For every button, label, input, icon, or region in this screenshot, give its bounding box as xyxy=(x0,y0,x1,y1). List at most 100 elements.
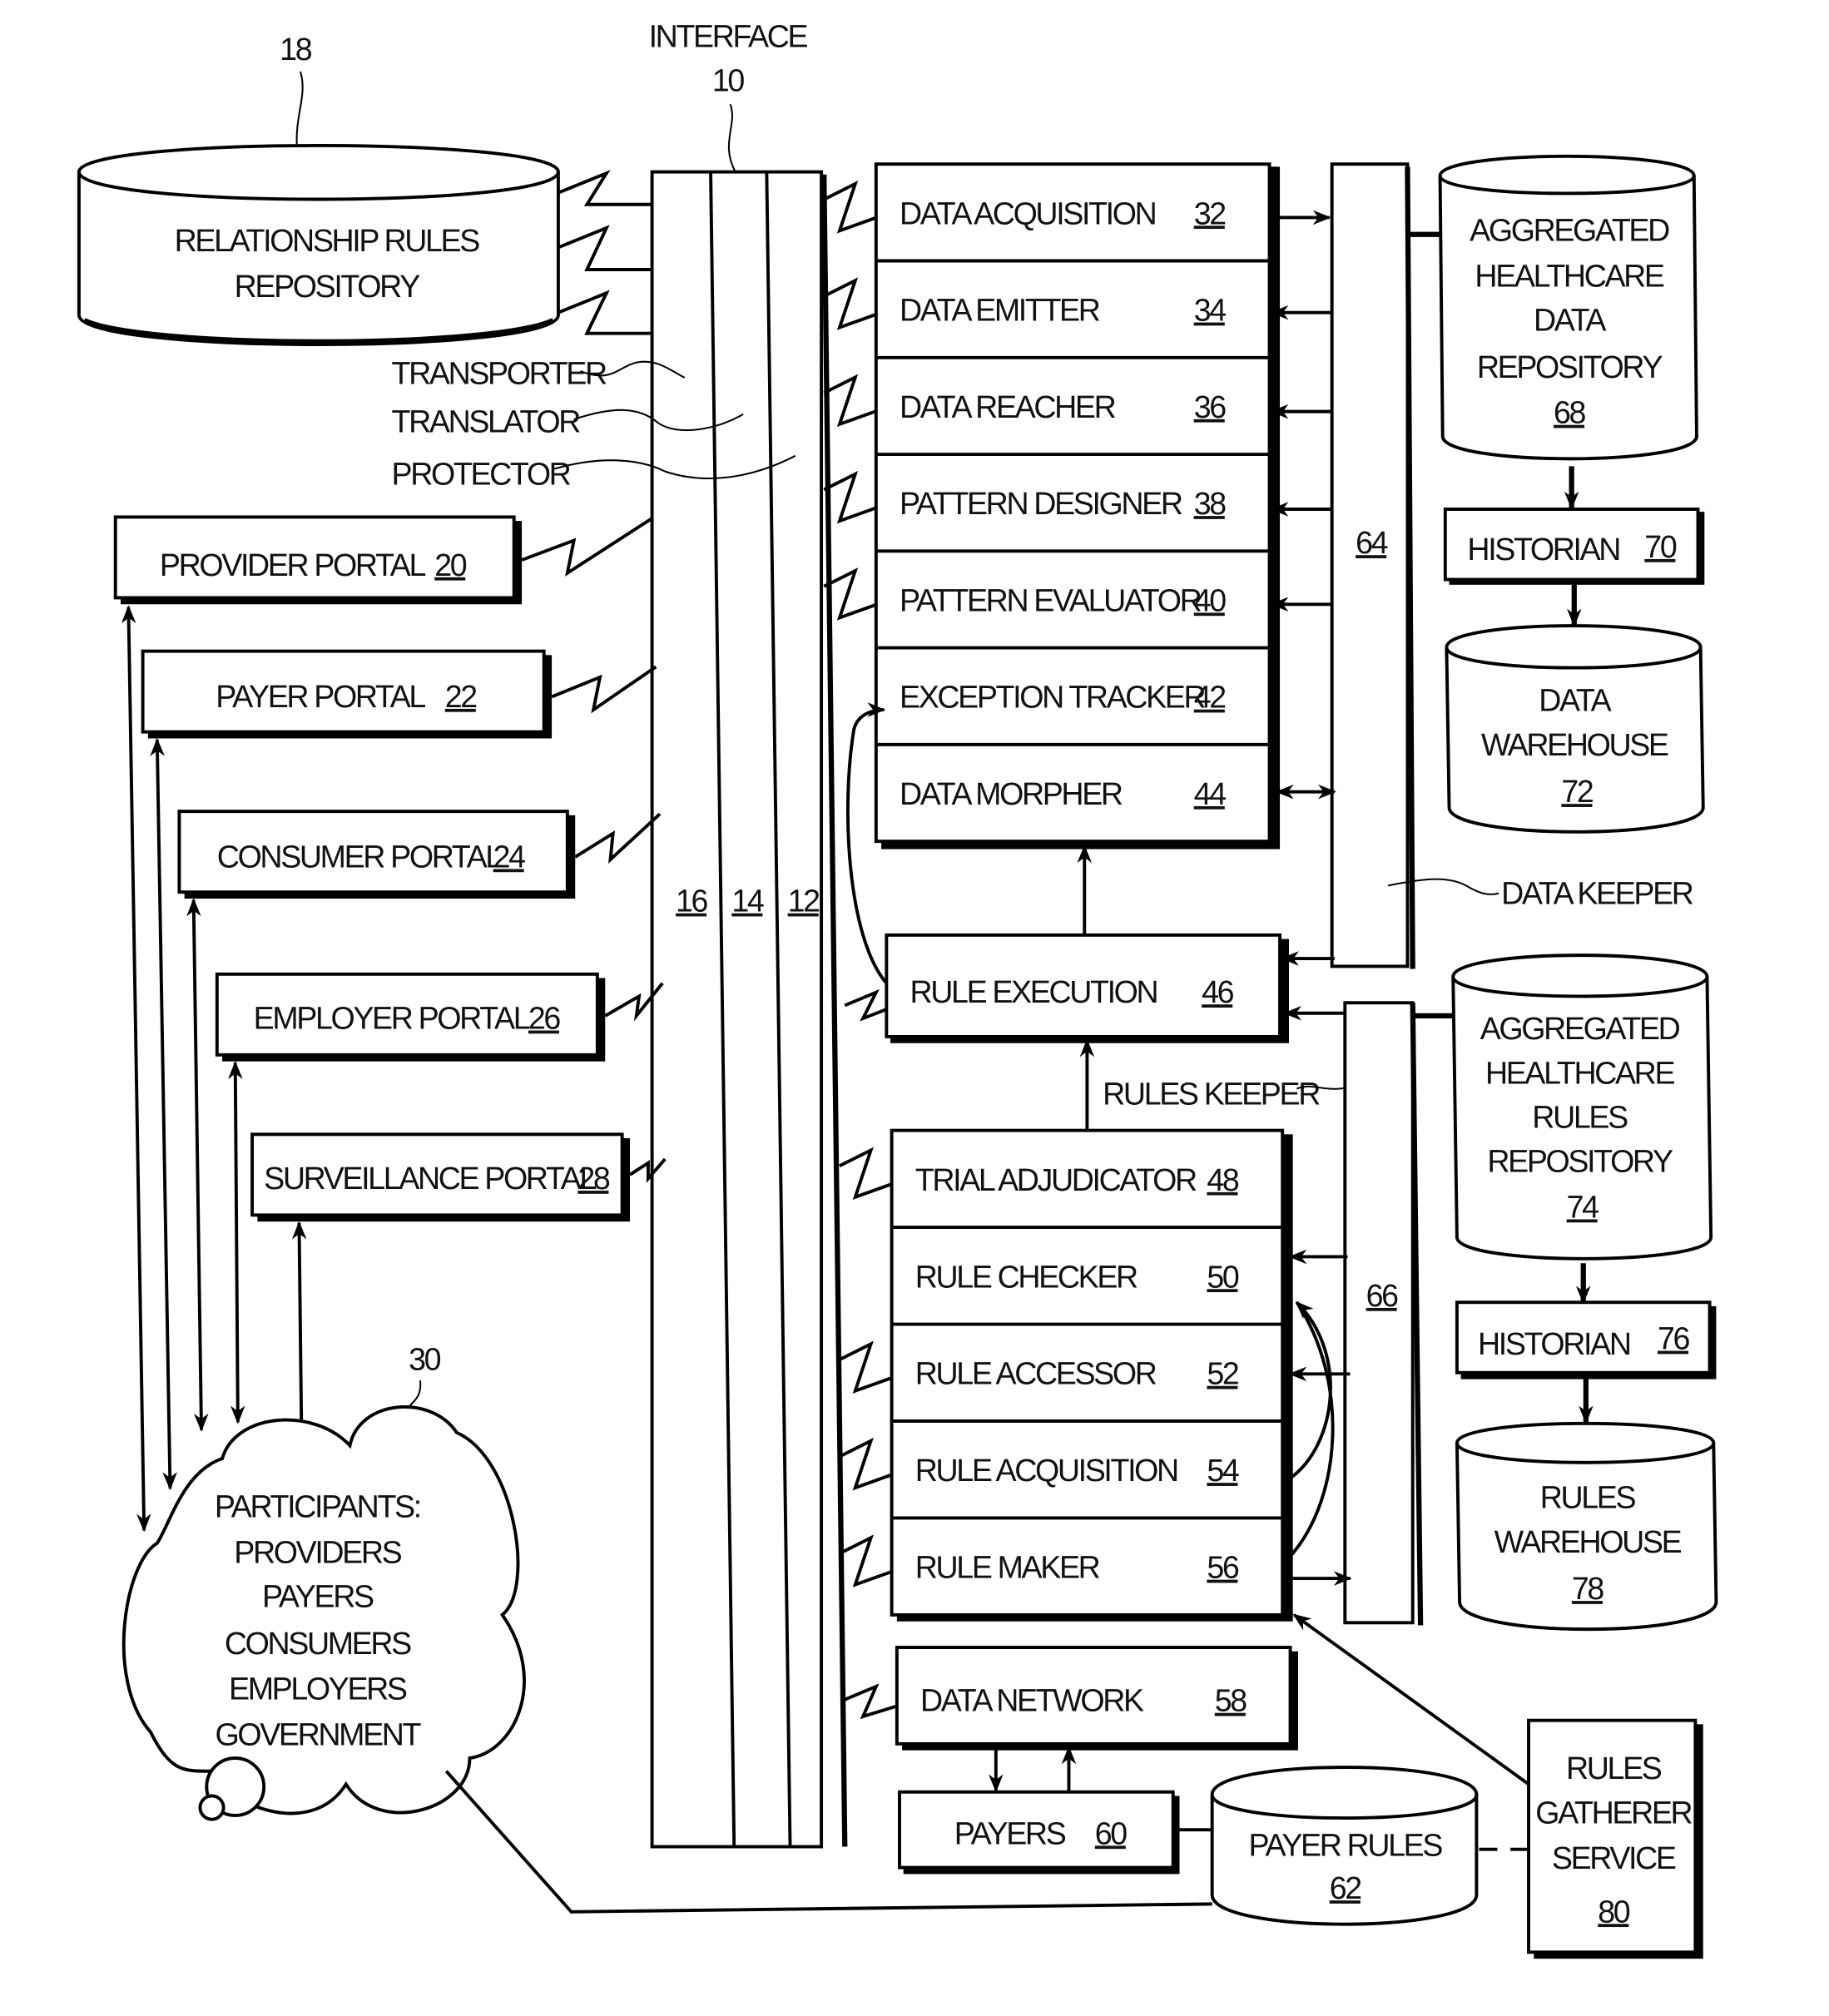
portal-label: PAYER PORTAL xyxy=(216,679,425,714)
bus-ref: 66 xyxy=(1366,1278,1399,1313)
portal-ref: 22 xyxy=(445,679,477,714)
module-label: DATA MORPHER xyxy=(900,776,1123,811)
portal-ref: 26 xyxy=(528,1001,561,1036)
aggregated-healthcare-rules-repository[interactable]: AGGREGATED HEALTHCARE RULES REPOSITORY 7… xyxy=(1451,954,1713,1261)
cloud-tail-dot xyxy=(198,1794,226,1821)
interface-edge xyxy=(821,174,848,1847)
participants-line: PAYERS xyxy=(262,1579,374,1614)
payers[interactable]: PAYERS 60 xyxy=(898,1790,1180,1875)
participants-line: GOVERNMENT xyxy=(216,1716,422,1751)
double-arrow xyxy=(228,1061,245,1424)
repo-line: RULES xyxy=(1532,1100,1628,1135)
link-zigzag xyxy=(844,988,888,1022)
double-arrow xyxy=(186,898,209,1432)
interface-bus: INTERFACE 10 16 14 12 xyxy=(649,18,848,1849)
db-ref: 62 xyxy=(1330,1870,1361,1905)
link-zigzag xyxy=(823,181,877,234)
participants-line: PARTICIPANTS: xyxy=(215,1489,420,1524)
module-ref: 76 xyxy=(1658,1321,1690,1356)
repo-line-1: RELATIONSHIP RULES xyxy=(175,223,480,258)
module-label: RULE MAKER xyxy=(915,1550,1100,1585)
translator-label: TRANSLATOR xyxy=(392,404,581,439)
link-zigzag xyxy=(839,1534,893,1588)
rules-gatherer-service[interactable]: RULES GATHERER SERVICE 80 xyxy=(1527,1718,1703,1959)
service-line: GATHERER xyxy=(1535,1795,1692,1830)
link-zigzag xyxy=(574,812,662,864)
relationship-rules-repository: 18 RELATIONSHIP RULES REPOSITORY xyxy=(77,32,560,346)
repo-line: REPOSITORY xyxy=(1487,1144,1673,1179)
leader-line xyxy=(727,103,736,173)
repo-line: REPOSITORY xyxy=(1477,349,1663,384)
payer-portal[interactable]: PAYER PORTAL 22 xyxy=(141,649,553,739)
module-ref: 34 xyxy=(1194,293,1227,328)
module-label: DATA NETWORK xyxy=(920,1683,1144,1718)
cloud-ref: 30 xyxy=(409,1342,441,1377)
warehouse-ref: 72 xyxy=(1561,774,1593,809)
data-warehouse[interactable]: DATA WAREHOUSE 72 xyxy=(1445,624,1705,834)
module-ref: 52 xyxy=(1207,1356,1238,1391)
transporter-label: TRANSPORTER xyxy=(392,356,607,391)
module-label: TRIAL ADJUDICATOR xyxy=(915,1162,1197,1197)
portal-ref: 28 xyxy=(577,1161,610,1196)
repo-line-2: REPOSITORY xyxy=(235,269,421,304)
rule-maker-to-checker-arrow xyxy=(1289,1301,1335,1558)
portal-ref: 24 xyxy=(493,839,526,874)
system-architecture-diagram: 18 RELATIONSHIP RULES REPOSITORY INTERFA… xyxy=(77,18,1718,1959)
module-ref: 44 xyxy=(1194,776,1227,811)
bus-ref: 64 xyxy=(1356,525,1388,560)
warehouse-ref: 78 xyxy=(1572,1571,1604,1606)
rule-modules-stack: TRIAL ADJUDICATOR 48 RULE CHECKER 50 RULE AC… xyxy=(839,1128,1293,1622)
data-bus: 64 xyxy=(1269,162,1440,969)
aggregated-healthcare-data-repository[interactable]: AGGREGATED HEALTHCARE DATA REPOSITORY 68 xyxy=(1438,154,1698,461)
module-label: PAYERS xyxy=(954,1815,1066,1850)
historian-data[interactable]: HISTORIAN 70 xyxy=(1443,508,1705,585)
interface-label: INTERFACE xyxy=(649,18,808,53)
portal-label: SURVEILLANCE PORTAL xyxy=(264,1161,596,1196)
consumer-portal[interactable]: CONSUMER PORTAL 24 xyxy=(177,810,576,899)
repo-ref: 68 xyxy=(1554,395,1586,430)
module-label: EXCEPTION TRACKER xyxy=(900,680,1205,715)
warehouse-line: RULES xyxy=(1540,1480,1636,1515)
link-zigzag xyxy=(521,517,653,577)
rules-warehouse[interactable]: RULES WAREHOUSE 78 xyxy=(1455,1421,1718,1632)
leader-line xyxy=(295,71,304,156)
module-ref: 48 xyxy=(1207,1162,1239,1197)
portal-label: CONSUMER PORTAL xyxy=(217,839,502,874)
ref-label-18: 18 xyxy=(280,32,312,67)
module-ref: 46 xyxy=(1202,974,1234,1009)
double-arrow xyxy=(150,737,177,1491)
double-arrow xyxy=(291,1221,310,1448)
portal-label: PROVIDER PORTAL xyxy=(160,547,426,582)
module-label: HISTORIAN xyxy=(1467,532,1619,567)
module-label: RULE CHECKER xyxy=(915,1259,1138,1294)
surveillance-portal[interactable]: SURVEILLANCE PORTAL 28 xyxy=(250,1132,630,1222)
module-label: RULE ACCESSOR xyxy=(915,1356,1157,1391)
interface-ref: 10 xyxy=(712,63,745,98)
lane-ref-14: 14 xyxy=(731,884,764,919)
repo-line: DATA xyxy=(1534,303,1606,338)
warehouse-line: WAREHOUSE xyxy=(1494,1524,1682,1559)
rules-keeper-label: RULES KEEPER xyxy=(1103,1076,1320,1111)
portal-label: EMPLOYER PORTAL xyxy=(254,1001,530,1036)
participants-line: PROVIDERS xyxy=(234,1534,401,1569)
data-network[interactable]: DATA NETWORK 58 xyxy=(895,1646,1298,1751)
module-label: RULE EXECUTION xyxy=(910,974,1157,1009)
link-zigzag xyxy=(839,1340,893,1394)
module-ref: 40 xyxy=(1194,582,1227,617)
historian-rules[interactable]: HISTORIAN 76 xyxy=(1455,1300,1717,1379)
lane-ref-12: 12 xyxy=(788,884,820,919)
link-zigzag xyxy=(839,1437,893,1491)
payer-rules-db[interactable]: PAYER RULES 62 xyxy=(1210,1766,1479,1926)
rule-execution[interactable]: RULE EXECUTION 46 xyxy=(885,933,1290,1043)
module-label: PATTERN DESIGNER xyxy=(900,486,1182,521)
data-modules-stack: DATA ACQUISITION 32 DATA EMITTER 34 DATA REA… xyxy=(823,162,1281,849)
provider-portal[interactable]: PROVIDER PORTAL 20 xyxy=(113,515,523,605)
db-label: PAYER RULES xyxy=(1249,1827,1443,1862)
module-ref: 36 xyxy=(1194,389,1227,424)
service-line: RULES xyxy=(1566,1751,1662,1786)
link-zigzag xyxy=(551,665,657,714)
warehouse-line: DATA xyxy=(1539,683,1611,718)
employer-portal[interactable]: EMPLOYER PORTAL 26 xyxy=(215,972,606,1062)
link-zigzag xyxy=(823,374,877,428)
portal-participant-arrows xyxy=(121,605,310,1533)
